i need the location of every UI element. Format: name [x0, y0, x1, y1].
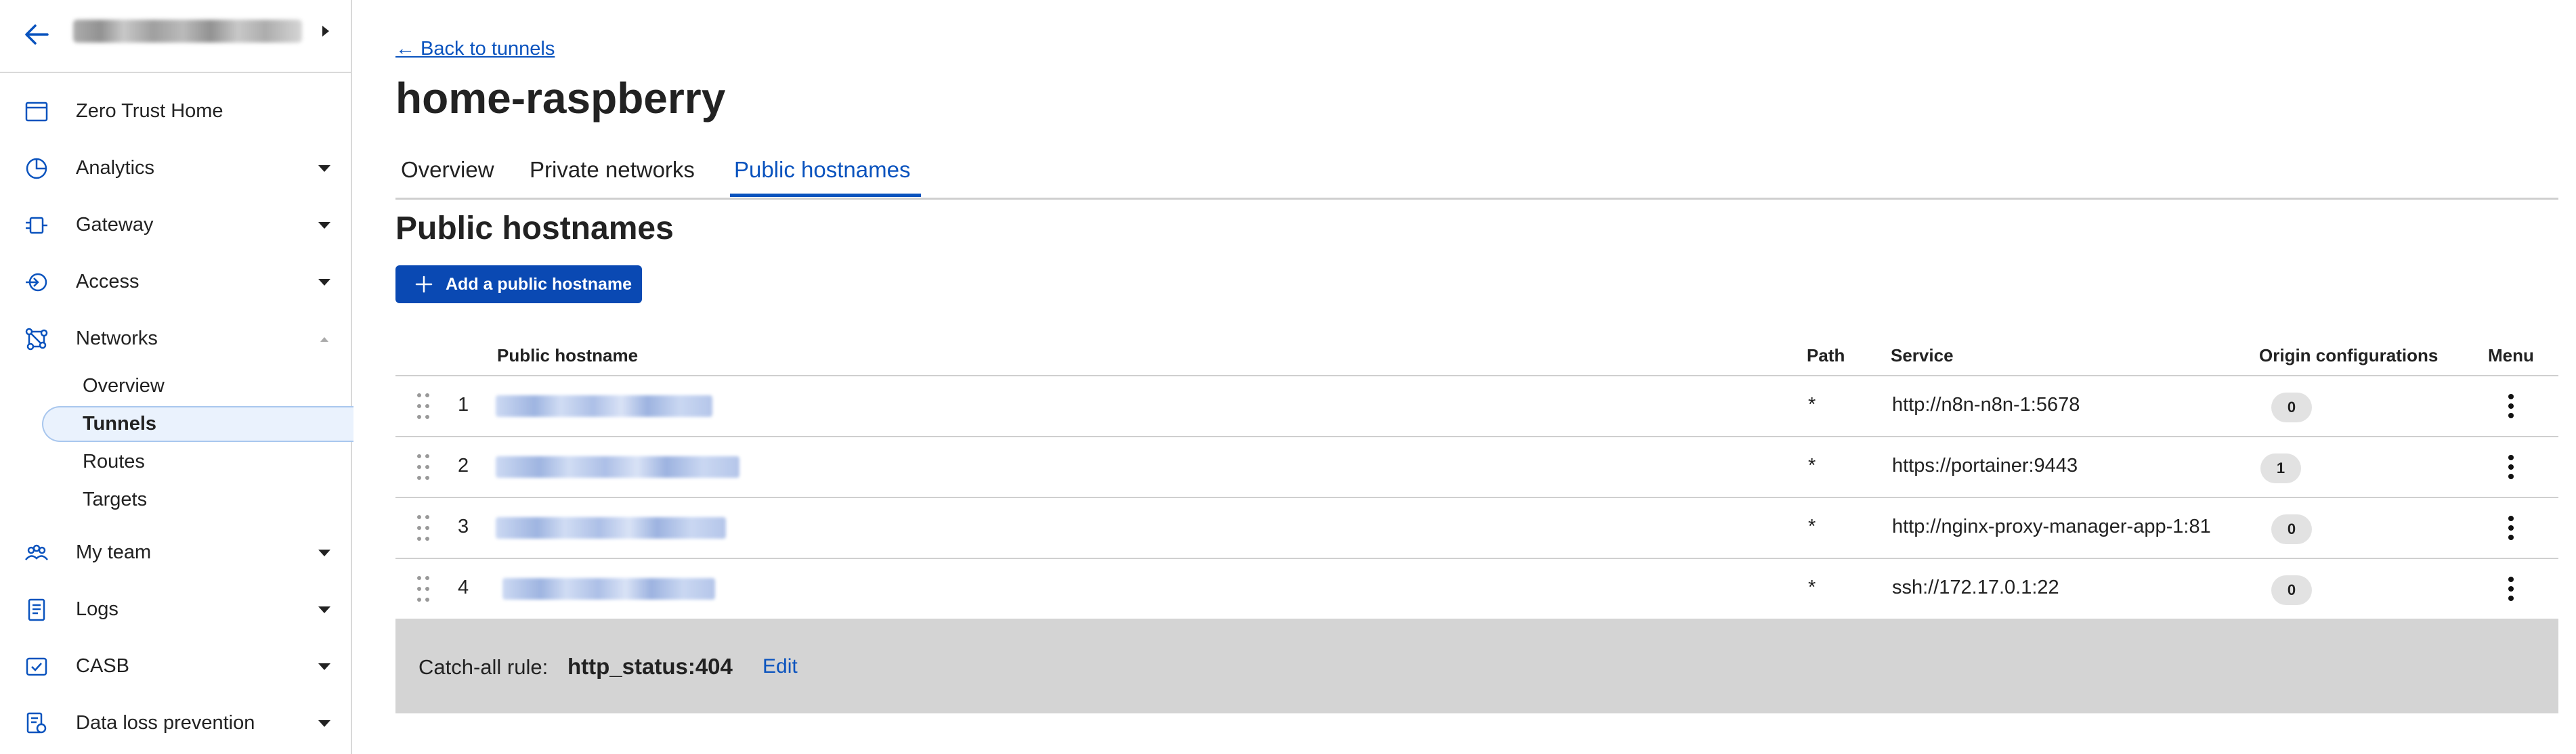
caret-down-icon	[318, 222, 330, 229]
kebab-menu-icon[interactable]	[2503, 574, 2519, 604]
sidebar-item-zero-trust-home[interactable]: Zero Trust Home	[0, 88, 351, 135]
kebab-menu-icon[interactable]	[2503, 513, 2519, 543]
sidebar-item-label: Zero Trust Home	[76, 100, 223, 122]
sidebar-item-label: Analytics	[76, 157, 155, 179]
sidebar-item-gateway[interactable]: Gateway	[0, 202, 351, 249]
kebab-menu-icon[interactable]	[2503, 452, 2519, 482]
chevron-right-icon[interactable]	[321, 24, 330, 38]
sidebar-subitem-overview[interactable]: Overview	[83, 375, 165, 397]
sidebar-item-casb[interactable]: CASB	[0, 643, 351, 690]
drag-handle-icon[interactable]	[416, 513, 431, 543]
row-service: https://portainer:9443	[1892, 455, 2078, 476]
caret-down-icon	[318, 720, 330, 727]
hostname-redacted[interactable]	[496, 395, 712, 417]
tab-overview[interactable]: Overview	[401, 157, 494, 183]
drag-handle-icon[interactable]	[416, 574, 431, 604]
sidebar-item-label: My team	[76, 541, 152, 563]
row-number: 2	[458, 455, 469, 476]
sidebar-item-networks[interactable]: Networks	[0, 315, 351, 363]
section-title: Public hostnames	[395, 210, 674, 246]
hostname-redacted[interactable]	[496, 456, 739, 478]
dlp-icon	[26, 712, 47, 734]
page-title: home-raspberry	[395, 74, 726, 123]
sidebar-item-label: Networks	[76, 328, 158, 349]
row-service: ssh://172.17.0.1:22	[1892, 577, 2059, 598]
column-header-path: Path	[1807, 345, 1845, 365]
caret-down-icon	[318, 663, 330, 670]
column-header-menu: Menu	[2488, 345, 2534, 365]
row-path: *	[1808, 394, 1816, 416]
row-number: 3	[458, 516, 469, 537]
sidebar-subitem-targets[interactable]: Targets	[83, 489, 147, 511]
tab-private-networks[interactable]: Private networks	[530, 157, 695, 183]
pie-chart-icon	[26, 158, 47, 179]
sidebar-item-label: CASB	[76, 655, 129, 677]
account-name-redacted[interactable]	[73, 20, 302, 43]
row-number: 1	[458, 394, 469, 416]
sidebar-item-label: Logs	[76, 598, 119, 620]
sidebar: Zero Trust Home Analytics Gateway Access	[0, 0, 353, 754]
caret-down-icon	[318, 606, 330, 613]
sidebar-subitem-tunnels[interactable]: Tunnels	[83, 413, 156, 435]
caret-down-icon	[318, 550, 330, 556]
table-row: 3 * http://nginx-proxy-manager-app-1:81 …	[395, 498, 2558, 559]
caret-up-icon	[320, 337, 328, 342]
catch-all-value: http_status:404	[567, 654, 733, 679]
edit-catch-all-link[interactable]: Edit	[763, 655, 798, 678]
row-number: 4	[458, 577, 469, 598]
main-content: ← Back to tunnels home-raspberry Overvie…	[395, 0, 2562, 754]
casb-icon	[26, 657, 47, 676]
table-header: Public hostname Path Service Origin conf…	[395, 338, 2558, 376]
hostname-redacted[interactable]	[496, 517, 726, 539]
column-header-public-hostname: Public hostname	[497, 345, 639, 365]
table-row: 4 * ssh://172.17.0.1:22 0	[395, 559, 2558, 620]
account-header	[0, 0, 351, 73]
add-public-hostname-button[interactable]: Add a public hostname	[395, 265, 642, 303]
sidebar-item-access[interactable]: Access	[0, 259, 351, 306]
plus-icon	[415, 275, 433, 293]
team-icon	[25, 544, 48, 560]
sidebar-item-analytics[interactable]: Analytics	[0, 145, 351, 192]
gateway-icon	[26, 217, 47, 234]
row-path: *	[1808, 577, 1816, 598]
tab-public-hostnames[interactable]: Public hostnames	[734, 157, 910, 183]
kebab-menu-icon[interactable]	[2503, 391, 2519, 421]
row-path: *	[1808, 516, 1816, 537]
sidebar-item-label: Access	[76, 271, 139, 292]
caret-down-icon	[318, 279, 330, 286]
column-header-service: Service	[1891, 345, 1954, 365]
catch-all-label: Catch-all rule:	[418, 655, 549, 679]
sidebar-item-label: Gateway	[76, 214, 154, 236]
caret-down-icon	[318, 165, 330, 172]
home-window-icon	[25, 102, 48, 122]
table-row: 2 * https://portainer:9443 1	[395, 437, 2558, 498]
hostname-redacted[interactable]	[502, 578, 715, 600]
back-to-tunnels-link[interactable]: ← Back to tunnels	[395, 38, 555, 60]
row-path: *	[1808, 455, 1816, 476]
table-row: 1 * http://n8n-n8n-1:5678 0	[395, 376, 2558, 437]
sidebar-item-data-loss-prevention[interactable]: Data loss prevention	[0, 700, 351, 747]
active-tab-indicator	[730, 194, 921, 197]
row-service: http://n8n-n8n-1:5678	[1892, 394, 2080, 416]
drag-handle-icon[interactable]	[416, 391, 431, 421]
origin-config-badge: 0	[2271, 575, 2312, 605]
back-arrow-icon[interactable]	[20, 18, 54, 51]
tab-bar: Overview Private networks Public hostnam…	[395, 150, 2558, 200]
logs-icon	[28, 598, 45, 621]
add-button-label: Add a public hostname	[446, 275, 632, 294]
catch-all-rule: Catch-all rule: http_status:404 Edit	[395, 619, 2558, 713]
sidebar-item-my-team[interactable]: My team	[0, 529, 351, 577]
sidebar-item-logs[interactable]: Logs	[0, 586, 351, 634]
origin-config-badge: 1	[2260, 453, 2301, 483]
access-icon	[26, 273, 47, 292]
origin-config-badge: 0	[2271, 393, 2312, 422]
drag-handle-icon[interactable]	[416, 452, 431, 482]
sidebar-item-label: Data loss prevention	[76, 712, 255, 734]
origin-config-badge: 0	[2271, 514, 2312, 544]
networks-icon	[25, 328, 48, 351]
row-service: http://nginx-proxy-manager-app-1:81	[1892, 516, 2211, 537]
sidebar-subitem-routes[interactable]: Routes	[83, 451, 145, 473]
column-header-origin-configurations: Origin configurations	[2259, 345, 2439, 365]
